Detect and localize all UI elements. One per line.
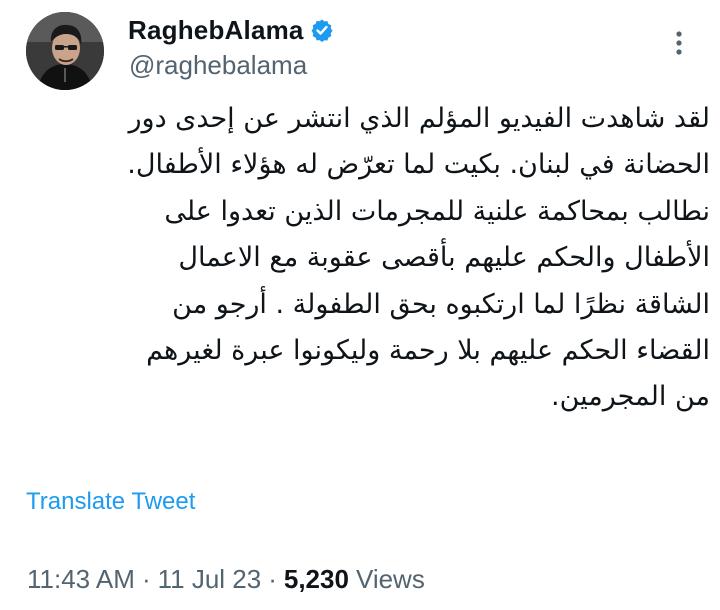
author-handle[interactable]: @raghebalama bbox=[129, 50, 307, 81]
tweet-text-line: الشاقة نظرًا لما ارتكبوه بحق الطفولة . أ… bbox=[172, 288, 710, 320]
views-label: Views bbox=[355, 564, 425, 594]
author-name-row: RaghebAlama bbox=[128, 15, 334, 46]
tweet-text-line: نطالب بمحاكمة علنية للمجرمات الذين تعدوا… bbox=[164, 195, 710, 227]
verified-badge-icon bbox=[310, 18, 334, 42]
tweet-text-line: الأطفال والحكم عليهم بأقصى عقوبة مع الاع… bbox=[178, 242, 710, 274]
meta-separator: · bbox=[268, 564, 277, 594]
tweet-metadata: 11:43 AM · 11 Jul 23 · 5,230 Views bbox=[27, 564, 425, 595]
tweet-text-line: لقد شاهدت الفيديو المؤلم الذي انتشر عن إ… bbox=[128, 103, 711, 134]
tweet-text: لقد شاهدت الفيديو المؤلم الذي انتشر عن إ… bbox=[22, 96, 710, 421]
tweet-time[interactable]: 11:43 AM bbox=[27, 564, 135, 595]
tweet-text-line: من المجرمين. bbox=[550, 381, 710, 413]
avatar-photo bbox=[26, 12, 104, 90]
views-count[interactable]: 5,230 bbox=[284, 564, 349, 595]
avatar[interactable] bbox=[26, 12, 104, 90]
tweet-card: RaghebAlama @raghebalama لقد شاهدت الفيد… bbox=[0, 0, 720, 610]
tweet-text-line: القضاء الحكم عليهم بلا رحمة وليكونوا عبر… bbox=[146, 334, 710, 366]
more-options-icon[interactable] bbox=[664, 26, 694, 60]
meta-separator: · bbox=[141, 564, 151, 594]
author-display-name[interactable]: RaghebAlama bbox=[128, 15, 304, 46]
tweet-date[interactable]: 11 Jul 23 bbox=[158, 564, 262, 595]
tweet-text-line: الحضانة في لبنان. بكيت لما تعرّض له هؤلا… bbox=[127, 149, 710, 181]
translate-tweet-link[interactable]: Translate Tweet bbox=[26, 488, 195, 516]
